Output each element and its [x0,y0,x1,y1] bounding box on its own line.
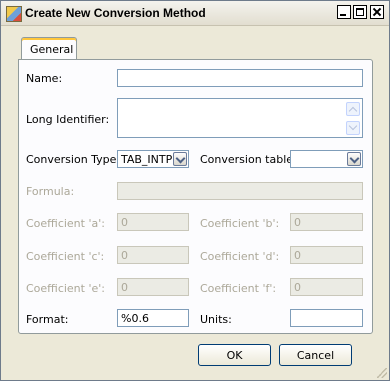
app-icon [6,6,22,22]
coef-e-label: Coefficient 'e': [26,282,105,295]
scroll-down-icon[interactable] [346,121,360,135]
conversion-type-select[interactable]: TAB_INTP [117,150,189,168]
coef-f-label: Coefficient 'f': [200,282,277,295]
resize-grip-icon[interactable] [377,368,387,378]
close-icon[interactable] [370,5,384,19]
coef-c-label: Coefficient 'c': [26,250,105,263]
coef-b-label: Coefficient 'b': [200,217,280,230]
coef-c-field[interactable] [117,246,189,264]
name-label: Name: [26,72,63,85]
coef-d-field[interactable] [290,246,363,264]
dialog-window: Create New Conversion Method General Nam… [0,0,390,381]
chevron-down-icon[interactable] [173,152,187,166]
cancel-button[interactable]: Cancel [279,344,352,366]
scroll-up-icon[interactable] [346,102,360,116]
chevron-down-icon[interactable] [347,152,361,166]
name-field[interactable] [117,69,363,87]
long-identifier-label: Long Identifier: [26,113,110,126]
formula-label: Formula: [26,185,75,198]
coef-a-label: Coefficient 'a': [26,217,105,230]
tab-general-label: General [30,43,74,56]
format-field[interactable] [117,309,189,327]
maximize-icon[interactable] [353,5,367,19]
coef-a-field[interactable] [117,213,189,231]
long-identifier-field[interactable] [117,98,363,138]
format-label: Format: [26,313,69,326]
conversion-type-label: Conversion Type: [26,153,121,166]
ok-button[interactable]: OK [198,344,271,366]
units-label: Units: [200,313,232,326]
minimize-icon[interactable] [337,5,351,19]
window-title: Create New Conversion Method [25,6,206,20]
coef-b-field[interactable] [290,213,363,231]
units-field[interactable] [290,309,363,327]
conversion-type-value: TAB_INTP [121,153,173,166]
formula-field[interactable] [117,182,363,200]
tab-general[interactable]: General [21,37,77,60]
coef-e-field[interactable] [117,278,189,296]
conversion-table-select[interactable] [290,150,363,168]
coef-f-field[interactable] [290,278,363,296]
conversion-table-label: Conversion table: [200,153,297,166]
general-panel: Name: Long Identifier: Conversion Type: … [18,59,373,334]
coef-d-label: Coefficient 'd': [200,250,280,263]
title-bar[interactable]: Create New Conversion Method [1,1,389,26]
